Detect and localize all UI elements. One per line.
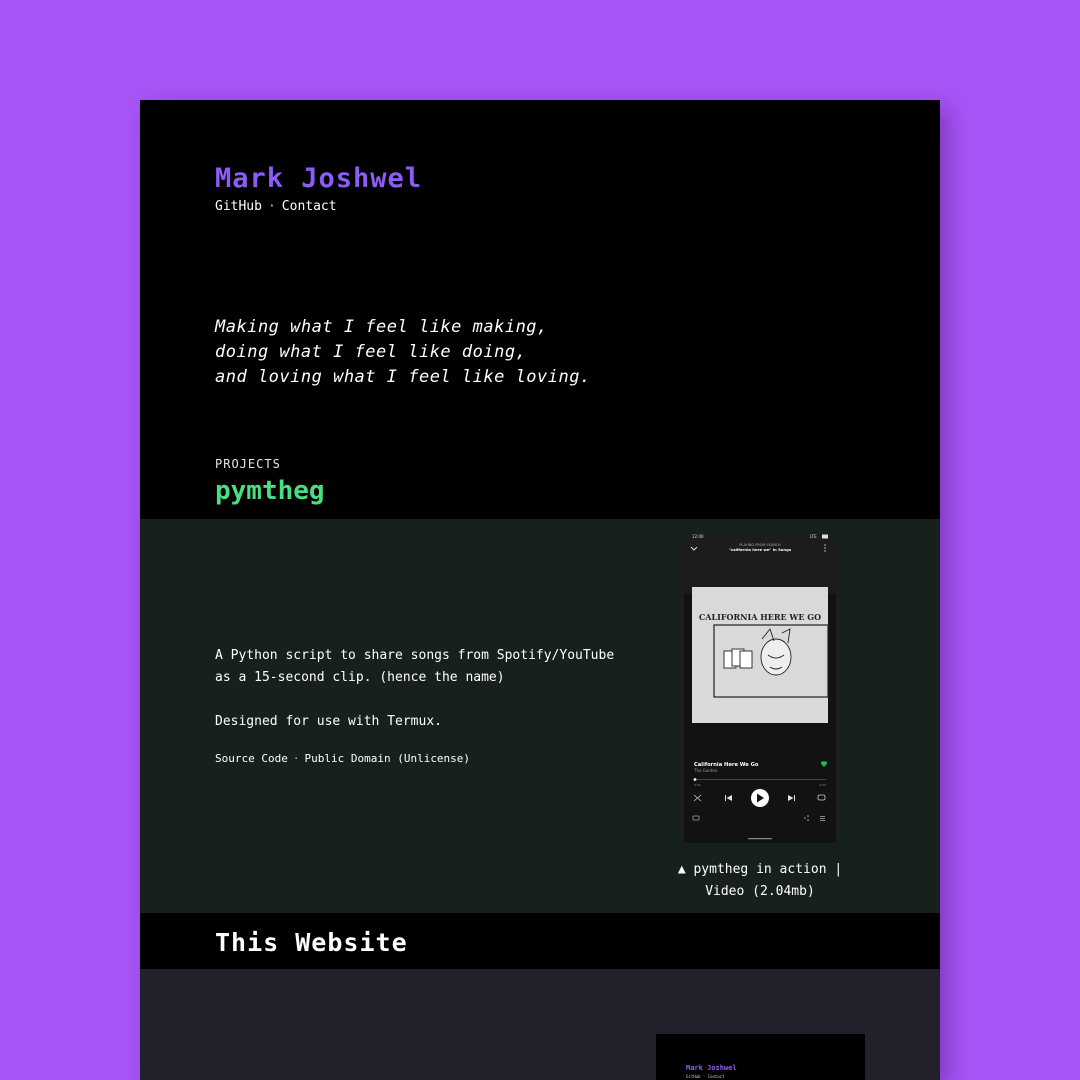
this-website-heading: This Website — [215, 928, 408, 957]
header-nav: GitHub · Contact — [215, 198, 422, 216]
project-card: A Python script to share songs from Spot… — [140, 519, 940, 913]
home-indicator — [748, 838, 772, 840]
thumbnail-site-name: Mark Joshwel — [686, 1064, 737, 1072]
phone-screenshot: 12:00 LTE PLAYING FROM SEARCH "californi… — [684, 533, 836, 843]
time-elapsed: 0:00 — [694, 783, 701, 787]
time-total: 2:05 — [819, 783, 826, 787]
playlist-label: "california here we" in Songs — [729, 547, 792, 552]
album-art — [692, 587, 828, 723]
video-link[interactable]: Video (2.04mb) — [660, 881, 860, 903]
tagline-line: and loving what I feel like loving. — [215, 367, 591, 387]
source-code-link[interactable]: Source Code — [215, 752, 288, 765]
project-title: pymtheg — [215, 476, 325, 506]
link-separator: · — [292, 752, 300, 765]
progress-handle[interactable] — [693, 778, 697, 781]
github-link[interactable]: GitHub — [215, 199, 262, 214]
description-text: Designed for use with Termux. — [215, 714, 442, 729]
progress-track[interactable] — [694, 779, 826, 780]
projects-heading: PROJECTS — [215, 457, 281, 471]
this-website-section: Mark Joshwel GitHub · Contact — [140, 969, 940, 1080]
tagline: Making what I feel like making, doing wh… — [215, 315, 591, 390]
video-caption: ▲ pymtheg in action | Video (2.04mb) — [660, 859, 860, 903]
contact-link[interactable]: Contact — [282, 199, 337, 214]
tagline-line: doing what I feel like doing, — [215, 342, 527, 362]
caption-line: ▲ pymtheg in action | — [677, 862, 843, 877]
demo-video-preview[interactable]: 12:00 LTE PLAYING FROM SEARCH "californi… — [684, 533, 836, 843]
license-link[interactable]: Public Domain (Unlicense) — [304, 752, 470, 765]
album-art-title: CALIFORNIA HERE WE GO — [699, 612, 821, 622]
portfolio-page: Mark Joshwel GitHub · Contact Making what … — [140, 100, 940, 1080]
thumbnail-nav: GitHub · Contact — [686, 1074, 725, 1079]
tagline-line: Making what I feel like making, — [215, 317, 548, 337]
project-links: Source Code · Public Domain (Unlicense) — [215, 751, 625, 767]
status-time: 12:00 — [692, 534, 704, 539]
description-text: A Python script to share songs from Spot… — [215, 648, 615, 685]
site-header: Mark Joshwel GitHub · Contact — [215, 162, 422, 216]
song-artist: The Garden — [693, 768, 718, 773]
website-preview-thumbnail[interactable]: Mark Joshwel GitHub · Contact — [656, 1034, 865, 1080]
nav-separator: · — [267, 199, 276, 214]
battery-icon — [822, 534, 828, 539]
more-icon[interactable] — [824, 544, 826, 552]
project-description: A Python script to share songs from Spot… — [215, 645, 625, 767]
status-network: LTE — [810, 534, 817, 539]
site-name[interactable]: Mark Joshwel — [215, 162, 422, 196]
